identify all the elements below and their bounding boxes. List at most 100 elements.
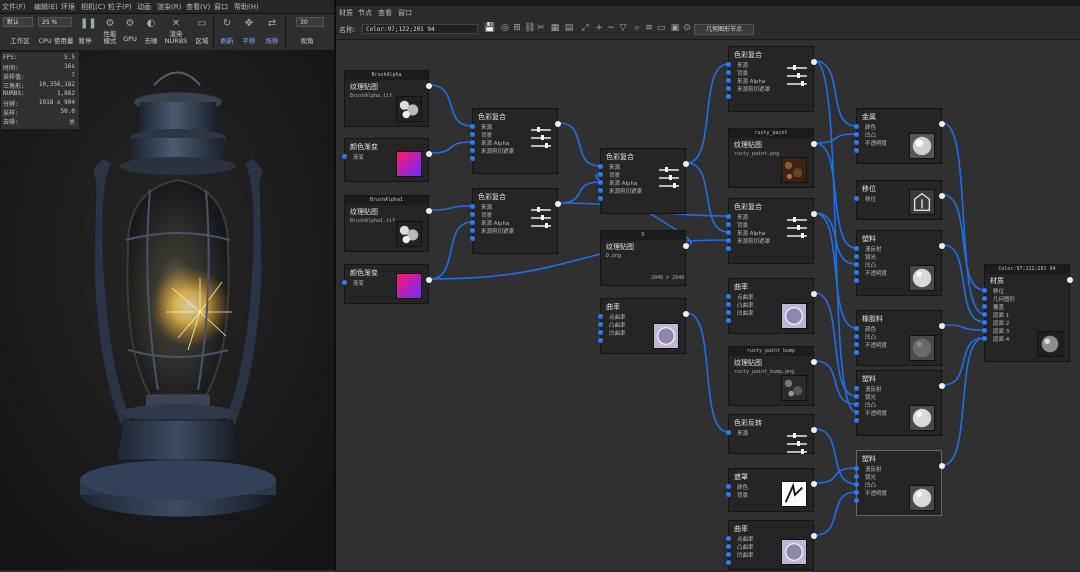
node-slider[interactable] [659,183,679,188]
input-port-dot[interactable] [726,62,731,67]
output-port[interactable] [555,201,561,207]
output-port[interactable] [939,383,945,389]
grid-icon[interactable]: ▦ [550,23,560,34]
input-port[interactable]: 点曲率 [726,535,779,543]
input-port-dot[interactable] [854,394,859,399]
input-port[interactable]: 凸曲率 [598,321,651,329]
node-plastic1[interactable]: 塑料 漫反射 镜光 凹凸 不透明度 [854,230,945,296]
input-port[interactable]: 凹凸 [854,401,907,409]
slider-knob[interactable] [545,223,548,228]
input-port[interactable]: 凹凸 [854,261,907,269]
node-link-wire[interactable] [686,63,729,164]
node-slider[interactable] [659,167,679,172]
filter-icon[interactable]: ▽ [618,23,628,34]
input-port-dot[interactable] [854,482,859,487]
input-port-dot[interactable] [470,228,475,233]
node-mask[interactable]: 遮罩 颜色 背景 [726,468,817,512]
node-link-wire[interactable] [429,141,473,154]
input-port[interactable]: 背景 [726,491,779,499]
node-curv3[interactable]: 曲率 点曲率 凸曲率 凹曲率 [726,520,817,570]
geometry-node-button[interactable]: 几何图形节点 [694,24,754,35]
input-port[interactable]: 不透明度 [854,269,907,277]
input-port[interactable]: 移位 [982,287,1035,295]
input-port[interactable] [854,147,907,155]
output-port[interactable] [811,291,817,297]
input-port-dot[interactable] [854,196,859,201]
input-port[interactable]: 凸曲率 [726,301,779,309]
input-port[interactable] [854,497,907,505]
slider-knob[interactable] [545,143,548,148]
output-port[interactable] [939,121,945,127]
menu-view[interactable]: 查看 [378,8,392,18]
menu-view[interactable]: 查看(V) [186,2,210,12]
link-icon[interactable]: ⛓ [524,23,535,34]
input-port-dot[interactable] [470,236,475,241]
material-name-field[interactable]: Color:97;122;201 94 [362,24,478,34]
input-port-dot[interactable] [854,326,859,331]
node-link-wire[interactable] [942,337,985,386]
output-port[interactable] [811,59,817,65]
node-mixtop[interactable]: 色彩复合 来源 背景 来源 Alpha 来源剪切遮罩 [726,46,817,112]
input-port-dot[interactable] [982,304,987,309]
output-port[interactable] [811,359,817,365]
node-curv2[interactable]: 曲率 点曲率 凸曲率 凹曲率 [726,278,817,334]
gpu-button[interactable]: GPU [120,35,140,43]
collapse-icon[interactable]: ▭ [656,23,666,34]
unlink-icon[interactable]: ✂ [536,23,546,34]
cpu-usage-button[interactable]: CPU 使用量 [36,35,76,45]
workspace-button[interactable]: 工作区 [6,35,34,45]
menu-material[interactable]: 材质 [339,8,353,18]
input-port[interactable] [598,337,651,345]
input-port[interactable]: 颜色 [854,123,907,131]
node-texbump[interactable]: rusty_paint_bump 纹理贴图 rusty_paint_bump.png [728,346,817,406]
slider-knob[interactable] [797,441,800,446]
resolution-select[interactable]: 25 % [38,17,72,27]
input-port-dot[interactable] [726,302,731,307]
node-link-wire[interactable] [814,60,857,127]
menu-edit[interactable]: 编辑(E) [34,2,58,12]
node-link-wire[interactable] [814,491,857,536]
refresh-button[interactable]: 刷新 [217,35,237,45]
input-port[interactable]: 背景 [726,221,779,229]
input-port-dot[interactable] [470,220,475,225]
input-port[interactable]: 漫反射 [854,385,907,393]
input-port-dot[interactable] [854,386,859,391]
input-port-dot[interactable] [726,318,731,323]
input-port[interactable]: 来源 Alpha [726,229,779,237]
node-link-wire[interactable] [429,205,473,211]
input-port-dot[interactable] [470,124,475,129]
input-port[interactable]: 点曲率 [598,313,651,321]
input-port[interactable]: 凹曲率 [726,309,779,317]
input-port[interactable]: 来源 [470,203,523,211]
input-port-dot[interactable] [342,280,347,285]
node-curv1[interactable]: 曲率 点曲率 凸曲率 凹曲率 [598,298,689,354]
input-port-dot[interactable] [854,466,859,471]
output-port[interactable] [811,141,817,147]
input-port-dot[interactable] [726,560,731,565]
menu-camera[interactable]: 相机(C) [81,2,105,12]
node-material[interactable]: Color:97;122;201 94 材质 移位 几何图形 覆盖 层面 1 层面 2 层面 … [982,264,1073,362]
fit-icon[interactable]: ⤢ [580,23,590,34]
input-port[interactable] [726,559,779,567]
input-port[interactable]: 来源 [726,61,779,69]
input-port[interactable]: 颜色 [726,483,779,491]
slider-knob[interactable] [673,183,676,188]
node-link-wire[interactable] [429,84,473,127]
input-port-dot[interactable] [598,330,603,335]
input-port-dot[interactable] [726,536,731,541]
slider-knob[interactable] [801,233,804,238]
input-port-dot[interactable] [982,328,987,333]
slider-knob[interactable] [793,433,796,438]
input-port[interactable]: 来源 [726,213,779,221]
output-port[interactable] [939,243,945,249]
input-port[interactable] [854,277,907,285]
input-port[interactable]: 来源剪切遮罩 [470,227,523,235]
input-port[interactable]: 不透明度 [854,489,907,497]
input-port[interactable]: 凸曲率 [726,543,779,551]
input-port[interactable]: 不透明度 [854,139,907,147]
input-port[interactable]: 凹凸 [854,333,907,341]
input-port-dot[interactable] [726,544,731,549]
node-slider[interactable] [787,449,807,454]
node-slider[interactable] [531,127,551,132]
expand-icon[interactable]: ▣ [670,23,680,34]
